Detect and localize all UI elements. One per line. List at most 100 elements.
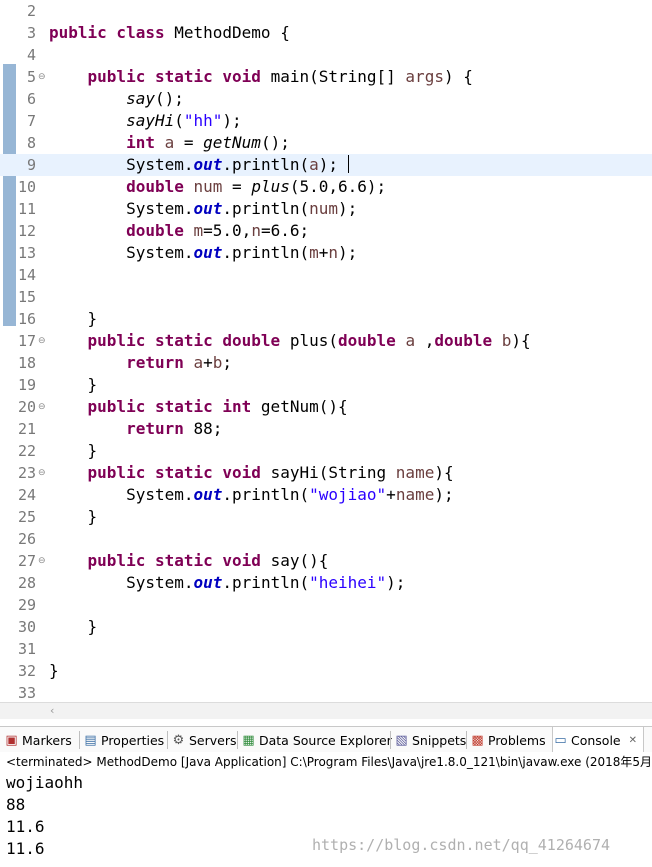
code-token: sayHi(String [270, 463, 396, 482]
properties-icon: ▤ [84, 732, 97, 748]
code-token: double [126, 177, 194, 196]
collapse-icon[interactable]: ⊖ [38, 396, 46, 418]
code-text[interactable]: sayHi("hh"); [49, 110, 242, 132]
code-line[interactable]: 26 [0, 528, 652, 550]
line-number: 14 [17, 266, 36, 284]
code-token: public static void [87, 551, 271, 570]
code-text[interactable]: int a = getNum(); [49, 132, 290, 154]
line-number: 3 [26, 24, 36, 42]
code-line[interactable]: 17 ⊖ public static double plus(double a ,… [0, 330, 652, 352]
line-number: 10 [17, 178, 36, 196]
collapse-icon[interactable]: ⊖ [38, 330, 46, 352]
code-token: num [309, 199, 339, 218]
code-text[interactable]: } [49, 374, 98, 396]
tab-properties[interactable]: ▤ Properties [83, 727, 164, 753]
code-line[interactable]: 31 [0, 638, 652, 660]
code-token: =5.0, [203, 221, 252, 240]
code-text[interactable]: System.out.println("wojiao"+name); [49, 484, 454, 506]
code-text[interactable]: return 88; [49, 418, 222, 440]
code-line[interactable]: 33 [0, 682, 652, 704]
tab-data-source-explorer[interactable]: ▦ Data Source Explorer [241, 727, 391, 753]
close-icon[interactable]: ✕ [629, 735, 637, 746]
line-number: 12 [17, 222, 36, 240]
code-token: public class [49, 23, 175, 42]
code-line[interactable]: 16 } [0, 308, 652, 330]
code-text[interactable]: public class MethodDemo { [49, 22, 290, 44]
code-token: ( [174, 111, 184, 130]
code-line[interactable]: 12 double m=5.0,n=6.6; [0, 220, 652, 242]
code-text[interactable]: public static void say(){ [49, 550, 329, 572]
code-text[interactable]: System.out.println(a); [49, 154, 338, 176]
tab-problems[interactable]: ▩ Problems [470, 727, 546, 753]
code-text[interactable]: } [49, 506, 98, 528]
code-text[interactable]: double num = plus(5.0,6.6); [49, 176, 386, 198]
code-line[interactable]: 3 public class MethodDemo { [0, 22, 652, 44]
code-token: .println( [222, 199, 310, 218]
code-line[interactable]: 4 [0, 44, 652, 66]
collapse-icon[interactable]: ⊖ [38, 550, 46, 572]
code-line[interactable]: 18 return a+b; [0, 352, 652, 374]
tab-snippets[interactable]: ▧ Snippets [394, 727, 466, 753]
code-line[interactable]: 5 ⊖ public static void main(String[] args… [0, 66, 652, 88]
code-token: System. [49, 485, 194, 504]
code-line[interactable]: 2 [0, 0, 652, 22]
code-text[interactable]: public static void main(String[] args) { [49, 66, 473, 88]
code-line[interactable]: 30 } [0, 616, 652, 638]
code-line[interactable]: 23 ⊖ public static void sayHi(String name… [0, 462, 652, 484]
code-line[interactable]: 9 System.out.println(a); [0, 154, 652, 176]
code-line[interactable]: 25 } [0, 506, 652, 528]
code-line[interactable]: 22 } [0, 440, 652, 462]
code-text[interactable]: return a+b; [49, 352, 232, 374]
code-text[interactable]: } [49, 616, 98, 638]
code-line[interactable]: 11 System.out.println(num); [0, 198, 652, 220]
code-line[interactable]: 6 say(); [0, 88, 652, 110]
code-text[interactable]: public static double plus(double a ,doub… [49, 330, 531, 352]
code-token: a [193, 353, 204, 372]
tab-markers[interactable]: ▣ Markers [4, 727, 71, 753]
line-number: 8 [26, 134, 36, 152]
code-line[interactable]: 27 ⊖ public static void say(){ [0, 550, 652, 572]
code-text[interactable]: double m=5.0,n=6.6; [49, 220, 309, 242]
code-text[interactable]: System.out.println("heihei"); [49, 572, 405, 594]
line-number: 26 [17, 530, 36, 548]
data-source-explorer-icon: ▦ [242, 732, 255, 748]
code-editor[interactable]: 2 3 public class MethodDemo {4 5 ⊖ public st… [0, 0, 652, 705]
code-line[interactable]: 20 ⊖ public static int getNum(){ [0, 396, 652, 418]
horizontal-scrollbar[interactable]: ‹ [0, 702, 652, 719]
code-line[interactable]: 13 System.out.println(m+n); [0, 242, 652, 264]
code-line[interactable]: 15 [0, 286, 652, 308]
scroll-left-icon[interactable]: ‹ [50, 703, 54, 719]
tab-divider [167, 731, 168, 749]
tab-properties-label: Properties [101, 732, 165, 748]
code-token: out [193, 243, 223, 262]
code-line[interactable]: 24 System.out.println("wojiao"+name); [0, 484, 652, 506]
code-token: (); [154, 89, 184, 108]
code-text[interactable]: System.out.println(num); [49, 198, 357, 220]
code-text[interactable]: } [49, 440, 98, 462]
code-line[interactable]: 8 int a = getNum(); [0, 132, 652, 154]
code-text[interactable]: say(); [49, 88, 184, 110]
tab-console[interactable]: ▭ Console ✕ [552, 727, 645, 754]
tab-problems-label: Problems [488, 732, 546, 748]
code-token: double [338, 331, 406, 350]
code-token: a [405, 331, 416, 350]
code-text[interactable]: public static void sayHi(String name){ [49, 462, 454, 484]
code-text[interactable]: } [49, 308, 98, 330]
code-line[interactable]: 19 } [0, 374, 652, 396]
collapse-icon[interactable]: ⊖ [38, 462, 46, 484]
code-line[interactable]: 7 sayHi("hh"); [0, 110, 652, 132]
code-text[interactable]: } [49, 660, 59, 682]
code-text[interactable]: System.out.println(m+n); [49, 242, 357, 264]
tab-servers[interactable]: ⚙ Servers [171, 727, 237, 753]
code-line[interactable]: 28 System.out.println("heihei"); [0, 572, 652, 594]
code-text[interactable]: public static int getNum(){ [49, 396, 348, 418]
code-token: n [251, 221, 261, 240]
code-line[interactable]: 21 return 88; [0, 418, 652, 440]
code-token: System. [49, 155, 194, 174]
collapse-icon[interactable]: ⊖ [38, 66, 46, 88]
code-line[interactable]: 29 [0, 594, 652, 616]
code-line[interactable]: 14 [0, 264, 652, 286]
code-line[interactable]: 10 double num = plus(5.0,6.6); [0, 176, 652, 198]
code-line[interactable]: 32} [0, 660, 652, 682]
